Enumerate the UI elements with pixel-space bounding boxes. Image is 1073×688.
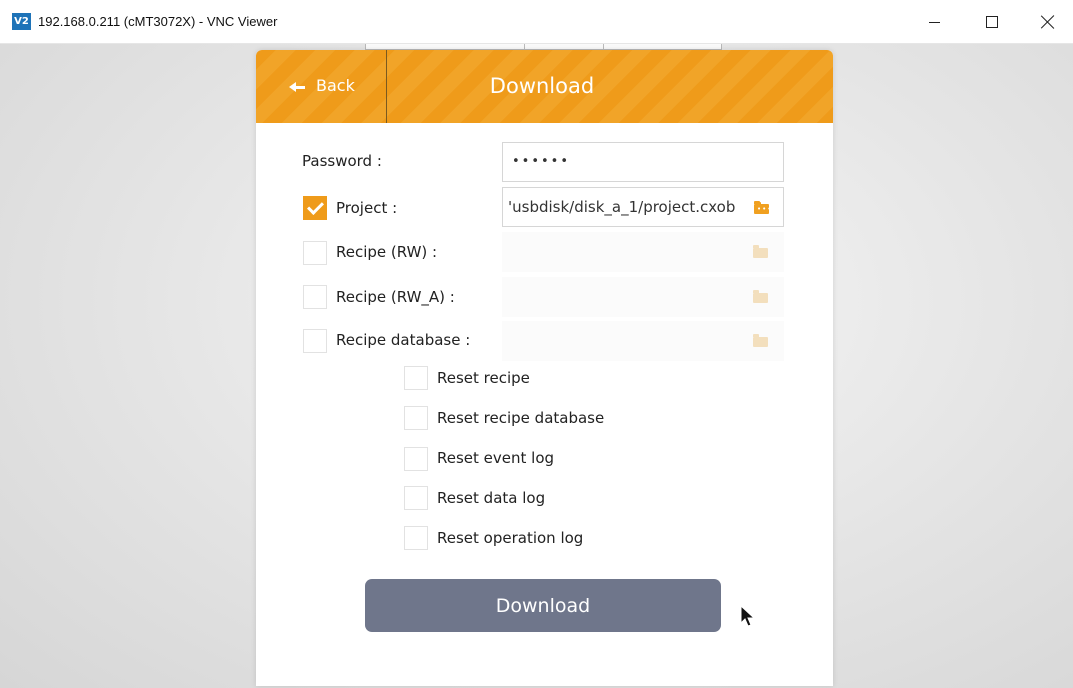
- close-window-button[interactable]: [1025, 0, 1071, 44]
- recipe-rw-checkbox[interactable]: [303, 241, 327, 265]
- recipe-rw-a-checkbox[interactable]: [303, 285, 327, 309]
- recipe-rw-a-folder-icon[interactable]: [753, 290, 768, 303]
- back-button[interactable]: Back: [256, 50, 387, 123]
- reset-data-log-label: Reset data log: [437, 489, 546, 507]
- project-path-value: 'usbdisk/disk_a_1/project.cxob: [508, 198, 736, 216]
- reset-event-log-checkbox[interactable]: [404, 447, 428, 471]
- download-dialog: Back Download Password : •••••• Project …: [256, 50, 833, 686]
- reset-data-log-checkbox[interactable]: [404, 486, 428, 510]
- recipe-database-folder-icon[interactable]: [753, 334, 768, 347]
- recipe-database-checkbox[interactable]: [303, 329, 327, 353]
- reset-event-log-label: Reset event log: [437, 449, 555, 467]
- reset-operation-log-checkbox[interactable]: [404, 526, 428, 550]
- maximize-icon: [986, 16, 998, 28]
- maximize-button[interactable]: [969, 0, 1015, 44]
- minimize-icon: [928, 21, 940, 23]
- reset-recipe-checkbox[interactable]: [404, 366, 428, 390]
- password-field[interactable]: ••••••: [502, 142, 784, 182]
- mouse-pointer-icon: [740, 605, 756, 627]
- dialog-title: Download: [489, 74, 595, 98]
- project-path-field[interactable]: 'usbdisk/disk_a_1/project.cxob •••: [502, 187, 784, 227]
- reset-operation-log-label: Reset operation log: [437, 529, 584, 547]
- recipe-rw-label: Recipe (RW) :: [336, 243, 438, 261]
- back-arrow-icon: [289, 82, 305, 92]
- recipe-rw-a-path-field[interactable]: [502, 277, 784, 317]
- recipe-rw-path-field[interactable]: [502, 232, 784, 272]
- window-title-bar: V2 192.168.0.211 (cMT3072X) - VNC Viewer: [0, 0, 1073, 44]
- minimize-button[interactable]: [911, 0, 957, 44]
- reset-recipe-database-checkbox[interactable]: [404, 406, 428, 430]
- back-label: Back: [316, 76, 355, 95]
- reset-recipe-database-label: Reset recipe database: [437, 409, 605, 427]
- vnc-viewer-icon: V2: [12, 13, 31, 30]
- recipe-rw-a-label: Recipe (RW_A) :: [336, 288, 455, 306]
- recipe-database-path-field[interactable]: [502, 321, 784, 361]
- project-checkbox[interactable]: [303, 196, 327, 220]
- recipe-rw-folder-icon[interactable]: [753, 245, 768, 258]
- window-title: 192.168.0.211 (cMT3072X) - VNC Viewer: [38, 14, 278, 29]
- project-folder-icon[interactable]: •••: [754, 201, 771, 214]
- close-icon: [1041, 15, 1055, 29]
- reset-recipe-label: Reset recipe: [437, 369, 530, 387]
- download-button-label: Download: [495, 595, 591, 617]
- recipe-database-label: Recipe database :: [336, 331, 471, 349]
- project-label: Project :: [336, 199, 398, 217]
- password-value: ••••••: [512, 154, 571, 169]
- dialog-header: Back Download: [256, 50, 833, 123]
- password-label: Password :: [302, 152, 382, 170]
- download-button[interactable]: Download: [365, 579, 721, 632]
